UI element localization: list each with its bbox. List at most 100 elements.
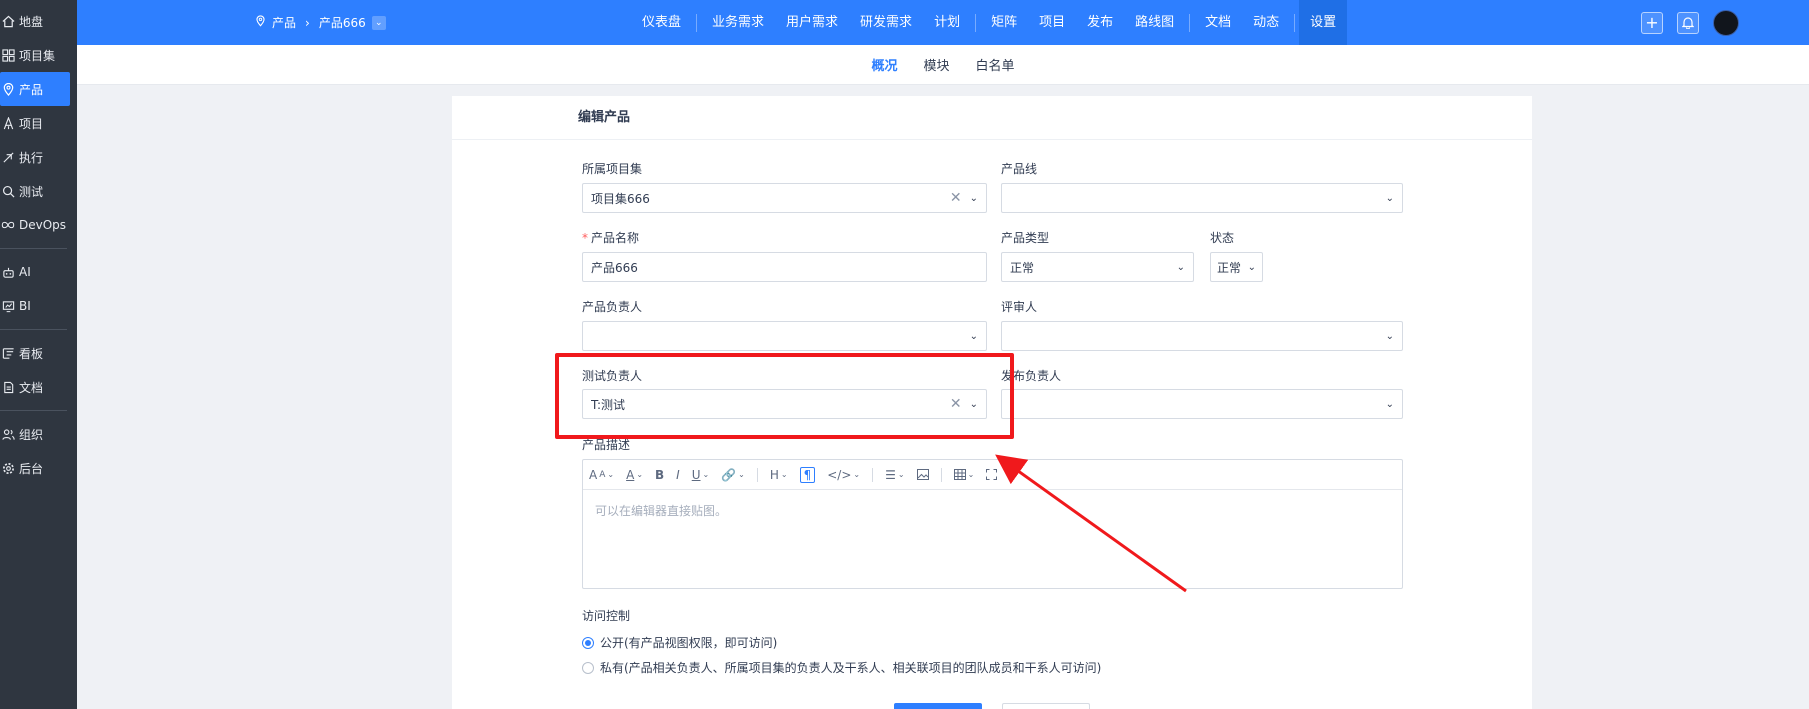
sidebar-item-kanban[interactable]: 看板 [0,336,77,370]
sidebar-item-company[interactable]: 组织 [0,417,77,451]
kanban-icon [0,345,16,361]
name-input[interactable]: 产品666 [582,252,987,282]
tab-module[interactable]: 模块 [923,55,949,74]
rd-select[interactable]: ⌄ [1001,389,1403,419]
sidebar-item-devops[interactable]: DevOps [0,208,77,242]
back-button[interactable] [1002,703,1090,709]
sidebar-item-program[interactable]: 项目集 [0,38,77,72]
type-value: 正常 [1010,260,1035,275]
sidebar-item-execution[interactable]: 执行 [0,140,77,174]
nav-requirement[interactable]: 用户需求 [775,0,849,45]
sidebar-item-doc[interactable]: 文档 [0,370,77,404]
chart-board-icon [0,298,16,314]
status-select[interactable]: 正常 ⌄ [1210,252,1263,282]
underline-icon[interactable]: U ⌄ [692,468,710,482]
plus-icon[interactable]: + [1641,11,1663,34]
chevron-down-icon: ⌄ [969,192,978,204]
chevron-down-icon: ⌄ [1385,398,1394,410]
chevron-down-icon: ⌄ [1247,261,1256,273]
reviewer-select[interactable]: ⌄ [1001,321,1403,351]
status-label: 状态 [1210,231,1235,245]
fullscreen-icon[interactable] [986,469,998,480]
gear-icon [0,460,16,476]
sidebar-item-qa[interactable]: 测试 [0,174,77,208]
name-label-text: 产品名称 [591,231,640,245]
location-pin-icon [255,15,266,30]
sidebar-item-label: 项目集 [19,48,56,63]
chevron-down-icon: ⌄ [1385,192,1394,204]
sidebar-item-ai[interactable]: AI [0,255,77,289]
sidebar-divider [0,329,67,330]
list-icon[interactable]: ☰ ⌄ [885,468,904,482]
nav-track[interactable]: 矩阵 [980,0,1028,45]
type-select[interactable]: 正常 ⌄ [1001,252,1194,282]
save-button[interactable] [894,703,982,709]
product-switcher-chevron-icon[interactable]: ⌄ [371,15,386,30]
sidebar-item-bi[interactable]: BI [0,289,77,323]
nav-dynamic[interactable]: 动态 [1242,0,1290,45]
radio-open[interactable] [582,636,594,649]
magnifier-icon [0,183,16,199]
acl-option-private[interactable]: 私有(产品相关负责人、所属项目集的负责人及干系人、相关联项目的团队成员和干系人可… [582,659,1101,676]
paragraph-icon[interactable]: ¶ [799,466,816,483]
qd-value: T:测试 [591,397,626,412]
breadcrumb-current[interactable]: 产品666 [319,14,366,31]
sidebar-item-project[interactable]: 项目 [0,106,77,140]
line-select[interactable]: ⌄ [1001,183,1403,213]
toolbar-divider [756,467,758,482]
tab-whitelist[interactable]: 白名单 [976,55,1015,74]
home-icon [0,13,16,29]
bold-icon[interactable]: B [655,468,664,482]
avatar[interactable] [1713,9,1739,36]
italic-icon[interactable]: I [676,468,680,482]
heading-icon[interactable]: H ⌄ [770,468,788,482]
name-label: * 产品名称 [582,229,639,246]
acl-option-open[interactable]: 公开(有产品视图权限，即可访问) [582,634,777,651]
sub-nav: 概况 模块 白名单 [77,45,1809,85]
font-color-icon[interactable]: A ⌄ [626,468,643,482]
bell-icon[interactable] [1677,11,1699,34]
nav-divider [1189,13,1191,32]
nav-project[interactable]: 项目 [1028,0,1076,45]
table-icon[interactable]: ⌄ [953,469,974,480]
nav-dashboard[interactable]: 仪表盘 [631,0,692,45]
nav-roadmap[interactable]: 路线图 [1124,0,1185,45]
tab-overview[interactable]: 概况 [871,55,897,74]
toolbar-divider [940,467,942,482]
qd-select[interactable]: T:测试 ✕ ⌄ [582,389,987,419]
people-icon [0,426,16,442]
acl-option-text: 私有(产品相关负责人、所属项目集的负责人及干系人、相关联项目的团队成员和干系人可… [600,661,1102,675]
sidebar-item-admin[interactable]: 后台 [0,451,77,485]
po-select[interactable]: ⌄ [582,321,987,351]
nav-doc[interactable]: 文档 [1194,0,1242,45]
nav-epic[interactable]: 业务需求 [701,0,775,45]
name-value: 产品666 [591,260,638,275]
rocket-icon [0,115,16,131]
sidebar-item-label: 地盘 [19,14,44,29]
acl-option-text: 公开(有产品视图权限，即可访问) [600,636,778,650]
image-icon[interactable] [916,469,929,480]
nav-release[interactable]: 发布 [1076,0,1124,45]
link-icon[interactable]: 🔗 ⌄ [721,468,745,482]
editor-toolbar: A A ⌄ A ⌄ B I U ⌄ 🔗 ⌄ H ⌄ ¶ </> ⌄ ☰ ⌄ ⌄ [583,460,1402,490]
breadcrumb: 产品 › 产品666 ⌄ [255,0,386,45]
clear-icon[interactable]: ✕ [950,396,962,412]
code-icon[interactable]: </> ⌄ [827,468,860,482]
sidebar-item-dashboard[interactable]: 地盘 [0,4,77,38]
sidebar-item-product[interactable]: 产品 [0,72,70,106]
font-size-icon[interactable]: A A ⌄ [589,468,614,482]
nav-settings[interactable]: 设置 [1299,0,1348,45]
sidebar-item-label: 测试 [19,184,44,199]
radio-private[interactable] [582,661,594,674]
nav-plan[interactable]: 计划 [923,0,971,45]
breadcrumb-root[interactable]: 产品 [272,14,296,31]
desc-label: 产品描述 [582,438,631,452]
top-actions: + [1641,0,1739,45]
desc-editor[interactable]: A A ⌄ A ⌄ B I U ⌄ 🔗 ⌄ H ⌄ ¶ </> ⌄ ☰ ⌄ ⌄ 可以在编辑器直接… [582,459,1403,589]
nav-story[interactable]: 研发需求 [849,0,923,45]
chevron-down-icon: ⌄ [1176,261,1185,273]
chevron-down-icon: ⌄ [969,330,978,342]
required-mark: * [582,231,588,245]
clear-icon[interactable]: ✕ [950,190,962,206]
program-select[interactable]: 项目集666 ✕ ⌄ [582,183,987,213]
